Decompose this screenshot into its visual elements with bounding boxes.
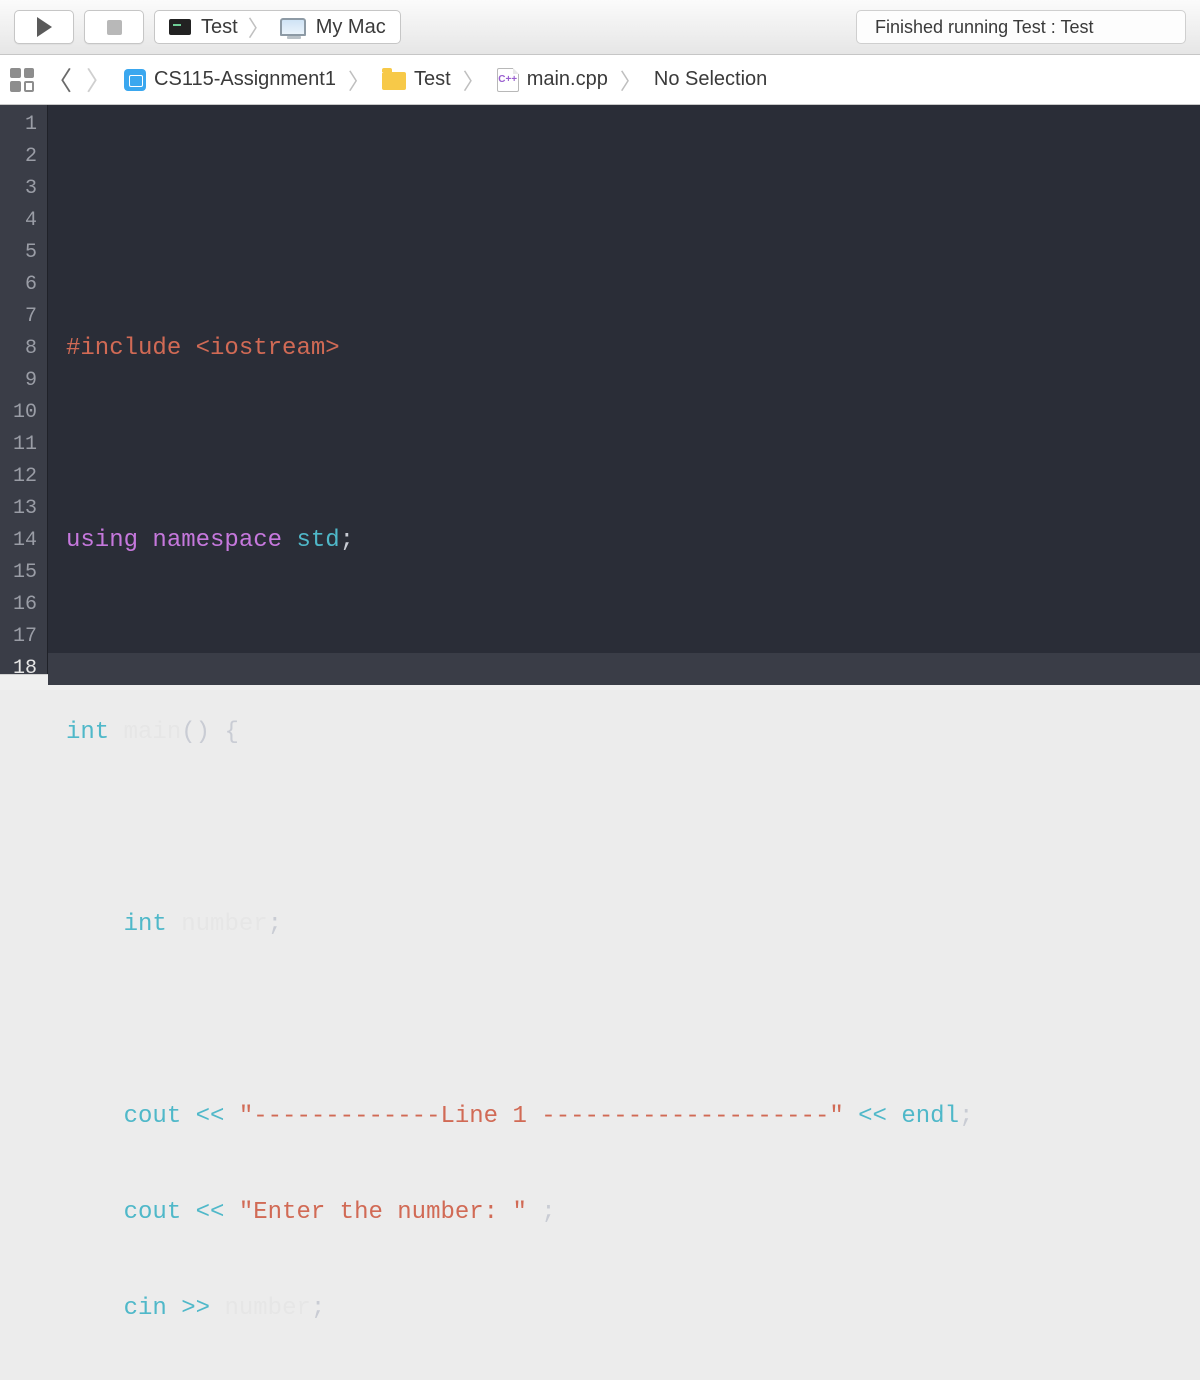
crumb-selection[interactable]: No Selection xyxy=(654,68,767,91)
crumb-file[interactable]: C++ main.cpp xyxy=(497,68,608,92)
crumb-project-label: CS115-Assignment1 xyxy=(154,68,336,91)
crumb-project[interactable]: CS115-Assignment1 xyxy=(124,68,336,91)
chevron-right-icon: 〉 xyxy=(461,64,487,96)
code-line: #include <iostream> xyxy=(66,333,1200,365)
code-line xyxy=(66,429,1200,461)
code-line: cout << "-------------Line 1 -----------… xyxy=(66,1101,1200,1133)
mac-icon xyxy=(280,18,306,36)
scheme-label: Test xyxy=(201,16,238,39)
chevron-right-icon: 〉 xyxy=(248,11,270,43)
scheme-target-selector[interactable]: Test 〉 My Mac xyxy=(154,10,401,44)
chevron-right-icon: 〉 xyxy=(618,64,644,96)
cpp-file-icon: C++ xyxy=(497,68,519,92)
chevron-right-icon: 〉 xyxy=(346,64,372,96)
code-line xyxy=(66,1005,1200,1037)
related-items-icon[interactable] xyxy=(10,68,34,92)
code-line xyxy=(66,237,1200,269)
nav-forward-button[interactable]: 〉 xyxy=(84,61,114,98)
code-line: cin >> number; xyxy=(66,1293,1200,1325)
code-line: int main() { xyxy=(66,717,1200,749)
crumb-folder[interactable]: Test xyxy=(382,68,451,91)
code-line xyxy=(66,621,1200,653)
destination-label: My Mac xyxy=(316,16,386,39)
toolbar: Test 〉 My Mac Finished running Test : Te… xyxy=(0,0,1200,55)
stop-button[interactable] xyxy=(84,10,144,44)
terminal-icon xyxy=(169,19,191,35)
nav-back-button[interactable]: 〈 xyxy=(44,61,74,98)
stop-icon xyxy=(107,20,122,35)
breadcrumb-bar: 〈 〉 CS115-Assignment1 〉 Test 〉 C++ main.… xyxy=(0,55,1200,105)
status-bar[interactable]: Finished running Test : Test xyxy=(856,10,1186,44)
xcode-project-icon xyxy=(124,69,146,91)
crumb-folder-label: Test xyxy=(414,68,451,91)
status-text: Finished running Test : Test xyxy=(875,17,1093,38)
folder-icon xyxy=(382,72,406,90)
code-line xyxy=(66,813,1200,845)
play-icon xyxy=(37,17,52,37)
line-number-gutter: 123456789101112131415161718 xyxy=(0,105,48,674)
run-button[interactable] xyxy=(14,10,74,44)
code-line: int number; xyxy=(66,909,1200,941)
code-area[interactable]: #include <iostream> using namespace std;… xyxy=(48,105,1200,674)
crumb-selection-label: No Selection xyxy=(654,68,767,91)
code-line: cout << "Enter the number: " ; xyxy=(66,1197,1200,1229)
code-line: using namespace std; xyxy=(66,525,1200,557)
code-editor[interactable]: 123456789101112131415161718 #include <io… xyxy=(0,105,1200,674)
crumb-file-label: main.cpp xyxy=(527,68,608,91)
